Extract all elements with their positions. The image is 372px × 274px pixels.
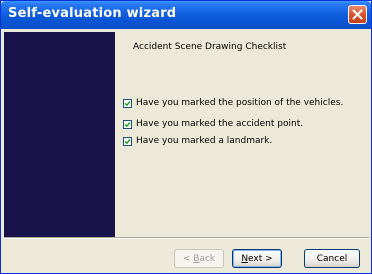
next-button[interactable]: Next > (232, 249, 282, 268)
cancel-button[interactable]: Cancel (304, 249, 360, 268)
checklist-item-accident-point[interactable]: Have you marked the accident point. (123, 119, 303, 129)
close-button[interactable] (348, 5, 367, 24)
checklist-item-landmark[interactable]: Have you marked a landmark. (123, 136, 272, 146)
wizard-side-panel (4, 32, 115, 237)
checkmark-icon (124, 100, 131, 106)
wizard-window: Self-evaluation wizard Accident Scene Dr… (0, 0, 372, 274)
checkmark-icon (124, 121, 131, 127)
wizard-content: Accident Scene Drawing Checklist Have yo… (115, 32, 369, 237)
checklist-item-label: Have you marked the position of the vehi… (136, 98, 344, 108)
back-button[interactable]: < Back (174, 249, 224, 268)
back-prefix: < (182, 253, 194, 264)
checklist-item-label: Have you marked a landmark. (136, 136, 273, 146)
footer-divider (4, 237, 369, 239)
next-mnemonic: N (241, 253, 249, 264)
checkbox[interactable] (123, 119, 132, 129)
checklist-item-label: Have you marked the accident point. (136, 119, 304, 129)
close-icon (352, 9, 363, 20)
back-rest: ack (199, 253, 216, 264)
checkmark-icon (124, 138, 131, 144)
checkbox[interactable] (123, 136, 132, 146)
window-title: Self-evaluation wizard (8, 6, 177, 21)
next-rest: ext > (248, 253, 273, 264)
checkbox[interactable] (123, 98, 132, 108)
checklist-item-vehicles[interactable]: Have you marked the position of the vehi… (123, 98, 343, 108)
page-heading: Accident Scene Drawing Checklist (133, 42, 287, 52)
title-bar[interactable]: Self-evaluation wizard (1, 1, 371, 29)
